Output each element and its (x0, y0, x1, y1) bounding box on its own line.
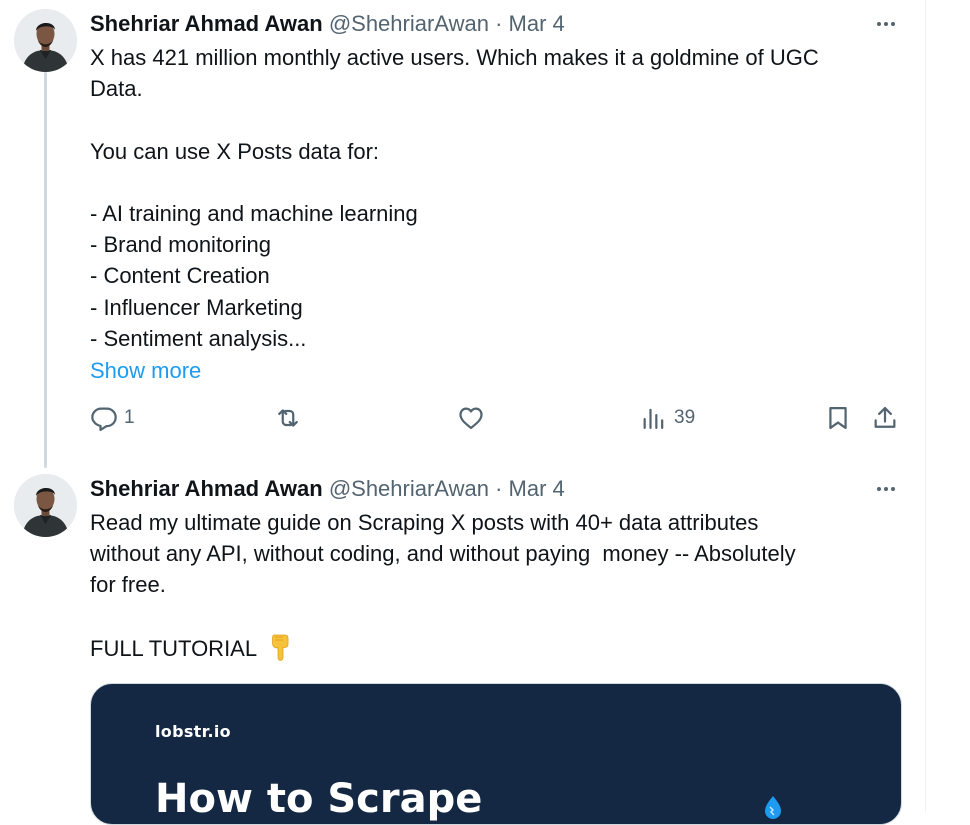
post-text-line-content: FULL TUTORIAL (90, 635, 258, 661)
card-brand: lobstr.io (155, 722, 231, 741)
like-button[interactable] (457, 404, 485, 432)
post-text: Read my ultimate guide on Scraping X pos… (90, 507, 910, 663)
share-button[interactable] (871, 404, 899, 432)
bookmark-icon (829, 406, 847, 430)
post-text-line: FULL TUTORIAL (90, 632, 910, 663)
separator-dot: · (495, 476, 503, 501)
author-handle[interactable]: @ShehriarAwan (329, 11, 489, 36)
post-text-line: for free. (90, 572, 166, 598)
heart-icon (459, 407, 483, 430)
bookmark-button[interactable] (824, 404, 852, 432)
pointing-down-emoji-icon (272, 634, 289, 661)
post-date[interactable]: Mar 4 (509, 11, 565, 36)
repost-button[interactable] (274, 404, 302, 432)
link-preview-card[interactable]: lobstr.io How to Scrape (90, 683, 902, 825)
view-count: 39 (674, 407, 696, 428)
reply-count: 1 (124, 407, 135, 428)
avatar[interactable] (14, 9, 77, 72)
post-header: Shehriar Ahmad Awan @ShehriarAwan · Mar … (90, 474, 565, 504)
timeline-right-border (925, 0, 926, 813)
share-icon (874, 406, 896, 428)
post-text-line: - Content Creation (90, 263, 270, 289)
droplet-icon (765, 796, 781, 819)
post-text-line: without any API, without coding, and wit… (90, 541, 796, 567)
post-text-line: Read my ultimate guide on Scraping X pos… (90, 510, 759, 535)
repost-icon (278, 409, 298, 427)
author-name[interactable]: Shehriar Ahmad Awan (90, 11, 323, 36)
author-name[interactable]: Shehriar Ahmad Awan (90, 476, 323, 501)
more-dot-icon (877, 22, 881, 26)
post-text-line: - Influencer Marketing (90, 294, 303, 320)
post-text-line: - AI training and machine learning (90, 200, 418, 226)
views-button[interactable]: 39 (640, 404, 695, 432)
more-options-button[interactable] (870, 14, 902, 34)
post-text-line: - Brand monitoring (90, 232, 271, 258)
reply-button[interactable]: 1 (90, 404, 135, 432)
avatar[interactable] (14, 474, 77, 537)
bar-chart-icon (643, 408, 664, 430)
post-text-line: You can use X Posts data for: (90, 138, 380, 164)
post-actions: 1 39 (0, 400, 925, 440)
post-header: Shehriar Ahmad Awan @ShehriarAwan · Mar … (90, 9, 565, 39)
comment-icon (91, 407, 117, 432)
card-title: How to Scrape (155, 776, 483, 822)
more-dot-icon (884, 487, 888, 491)
post-date[interactable]: Mar 4 (509, 476, 565, 501)
post-text-line: Data. (90, 76, 143, 102)
more-dot-icon (891, 487, 895, 491)
separator-dot: · (495, 11, 503, 36)
post-text: X has 421 million monthly active users. … (90, 42, 910, 354)
post-text-line: - Sentiment analysis... (90, 325, 307, 351)
post-text-line (90, 104, 910, 135)
show-more-link[interactable]: Show more (90, 355, 201, 386)
post-text-line (90, 601, 910, 632)
more-options-button[interactable] (870, 479, 902, 499)
post-text-line: X has 421 million monthly active users. … (90, 45, 819, 70)
more-dot-icon (877, 487, 881, 491)
author-handle[interactable]: @ShehriarAwan (329, 476, 489, 501)
post-text-line (90, 167, 910, 198)
more-dot-icon (884, 22, 888, 26)
more-dot-icon (891, 22, 895, 26)
